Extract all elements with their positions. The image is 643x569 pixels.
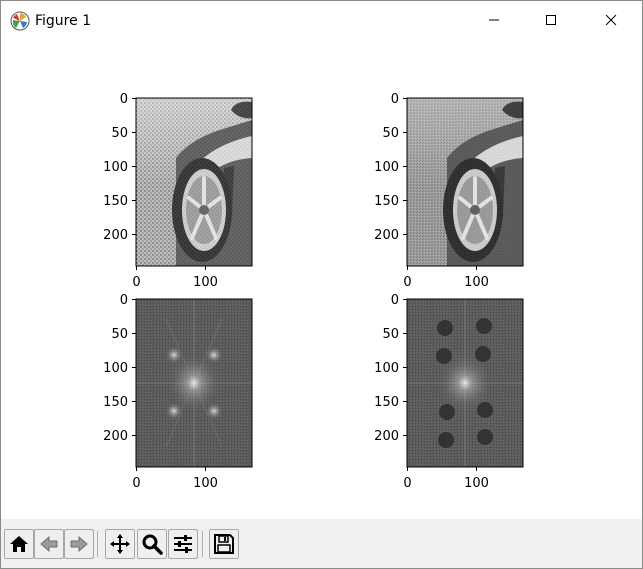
y-ticks: [132, 98, 136, 235]
y-tick-label: 0: [391, 293, 399, 308]
home-icon: [10, 536, 28, 552]
y-tick-label: 50: [111, 126, 128, 141]
y-tick-label: 100: [374, 160, 399, 175]
x-ticks: [407, 266, 477, 270]
toolbar-separator: [97, 531, 98, 557]
y-tick-label: 150: [374, 194, 399, 209]
x-tick-label: 100: [464, 476, 489, 491]
sliders-icon: [174, 535, 192, 553]
y-tick-label: 0: [120, 293, 128, 308]
minimize-button[interactable]: [471, 1, 517, 39]
subplot-spectrum: 0 50 100 150 200 0 100: [103, 293, 253, 491]
y-ticks: [403, 98, 407, 235]
pan-button[interactable]: [105, 529, 135, 559]
y-tick-label: 200: [374, 228, 399, 243]
x-tick-label: 0: [132, 476, 140, 491]
y-ticks: [132, 299, 136, 436]
maximize-icon: [546, 15, 556, 25]
close-icon: [605, 14, 617, 26]
subplot-original-image: 0 50 100 150 200 0 100: [103, 92, 254, 290]
toolbar-separator: [202, 531, 203, 557]
x-tick-label: 0: [403, 275, 411, 290]
x-tick-label: 100: [193, 476, 218, 491]
subplot-filtered-image: 0 50 100 150 200 0 100: [374, 92, 525, 290]
y-tick-label: 100: [103, 160, 128, 175]
x-ticks: [136, 266, 206, 270]
figure-canvas[interactable]: 0 50 100 150 200 0 100 0 50 100 150 200 …: [1, 39, 642, 519]
x-tick-label: 100: [193, 275, 218, 290]
y-tick-label: 50: [382, 327, 399, 342]
window-title: Figure 1: [35, 13, 92, 29]
y-tick-label: 50: [382, 126, 399, 141]
y-tick-label: 150: [374, 395, 399, 410]
y-tick-label: 150: [103, 395, 128, 410]
x-ticks: [136, 467, 206, 471]
close-button[interactable]: [588, 1, 634, 39]
save-button[interactable]: [209, 529, 239, 559]
maximize-button[interactable]: [528, 1, 574, 39]
figure-window: Figure 1 0 50 100 150 200 0 100 0 50 100…: [0, 0, 643, 569]
back-button[interactable]: [34, 529, 64, 559]
subplot-masked-spectrum: 0 50 100 150 200 0 100: [374, 293, 524, 491]
forward-button[interactable]: [64, 529, 94, 559]
x-tick-label: 0: [403, 476, 411, 491]
x-tick-label: 100: [464, 275, 489, 290]
home-button[interactable]: [4, 529, 34, 559]
y-tick-label: 100: [103, 361, 128, 376]
x-ticks: [407, 467, 477, 471]
matplotlib-logo-icon: [10, 11, 30, 31]
minimize-icon: [489, 19, 499, 21]
y-tick-label: 200: [103, 228, 128, 243]
save-icon: [214, 534, 234, 554]
title-bar[interactable]: Figure 1: [1, 1, 642, 39]
back-arrow-icon: [40, 535, 58, 553]
zoom-button[interactable]: [137, 529, 167, 559]
x-tick-label: 0: [132, 275, 140, 290]
y-tick-label: 50: [111, 327, 128, 342]
zoom-icon: [142, 534, 163, 555]
y-ticks: [403, 299, 407, 436]
plot-area: 0 50 100 150 200 0 100 0 50 100 150 200 …: [103, 92, 525, 491]
forward-arrow-icon: [70, 535, 88, 553]
y-tick-label: 0: [391, 92, 399, 107]
configure-subplots-button[interactable]: [168, 529, 198, 559]
navigation-toolbar: [1, 519, 642, 568]
y-tick-label: 100: [374, 361, 399, 376]
y-tick-label: 200: [103, 429, 128, 444]
y-tick-label: 150: [103, 194, 128, 209]
y-tick-label: 200: [374, 429, 399, 444]
move-icon: [110, 534, 130, 554]
y-tick-label: 0: [120, 92, 128, 107]
